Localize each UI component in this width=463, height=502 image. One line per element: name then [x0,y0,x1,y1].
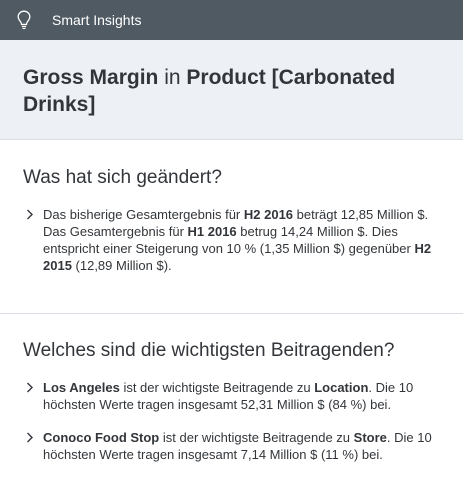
change-text-1: Das bisherige Gesamtergebnis für [43,207,244,222]
app-title: Smart Insights [52,12,142,28]
contributors-section-title: Welches sind die wichtigsten Beitragende… [23,340,395,361]
measure-name: Gross Margin [23,66,159,89]
contributor-member: Los Angeles [43,380,120,395]
list-item[interactable]: Das bisherige Gesamtergebnis für H2 2016… [23,206,443,274]
contributor-text-1: ist der wichtigste Beitragende zu [159,430,354,445]
list-item[interactable]: Los Angeles ist der wichtigste Beitragen… [23,379,443,413]
contributor-text-1: ist der wichtigste Beitragende zu [119,380,315,395]
title-bar: Smart Insights [0,0,463,40]
changes-section-title: Was hat sich geändert? [23,167,222,188]
lightbulb-icon [14,9,34,31]
changes-section: Was hat sich geändert? Das bisherige Ges… [0,140,463,314]
change-text-4: (12,89 Million $). [71,258,172,273]
period-h1-2016: H1 2016 [187,224,237,239]
list-item[interactable]: Conoco Food Stop ist der wichtigste Beit… [23,429,443,463]
period-h2-2016: H2 2016 [243,207,294,222]
contributor-member: Conoco Food Stop [43,430,160,445]
heading-connector: in [164,66,181,89]
insight-heading: Gross Margin in Product [Carbonated Drin… [23,64,443,118]
contributors-section: Welches sind die wichtigsten Beitragende… [0,314,463,463]
chevron-right-icon[interactable] [25,208,35,221]
contributor-dimension: Location [314,380,369,395]
insight-header: Gross Margin in Product [Carbonated Drin… [0,40,463,140]
chevron-right-icon[interactable] [25,381,35,394]
contributor-dimension: Store [353,430,387,445]
chevron-right-icon[interactable] [25,431,35,444]
